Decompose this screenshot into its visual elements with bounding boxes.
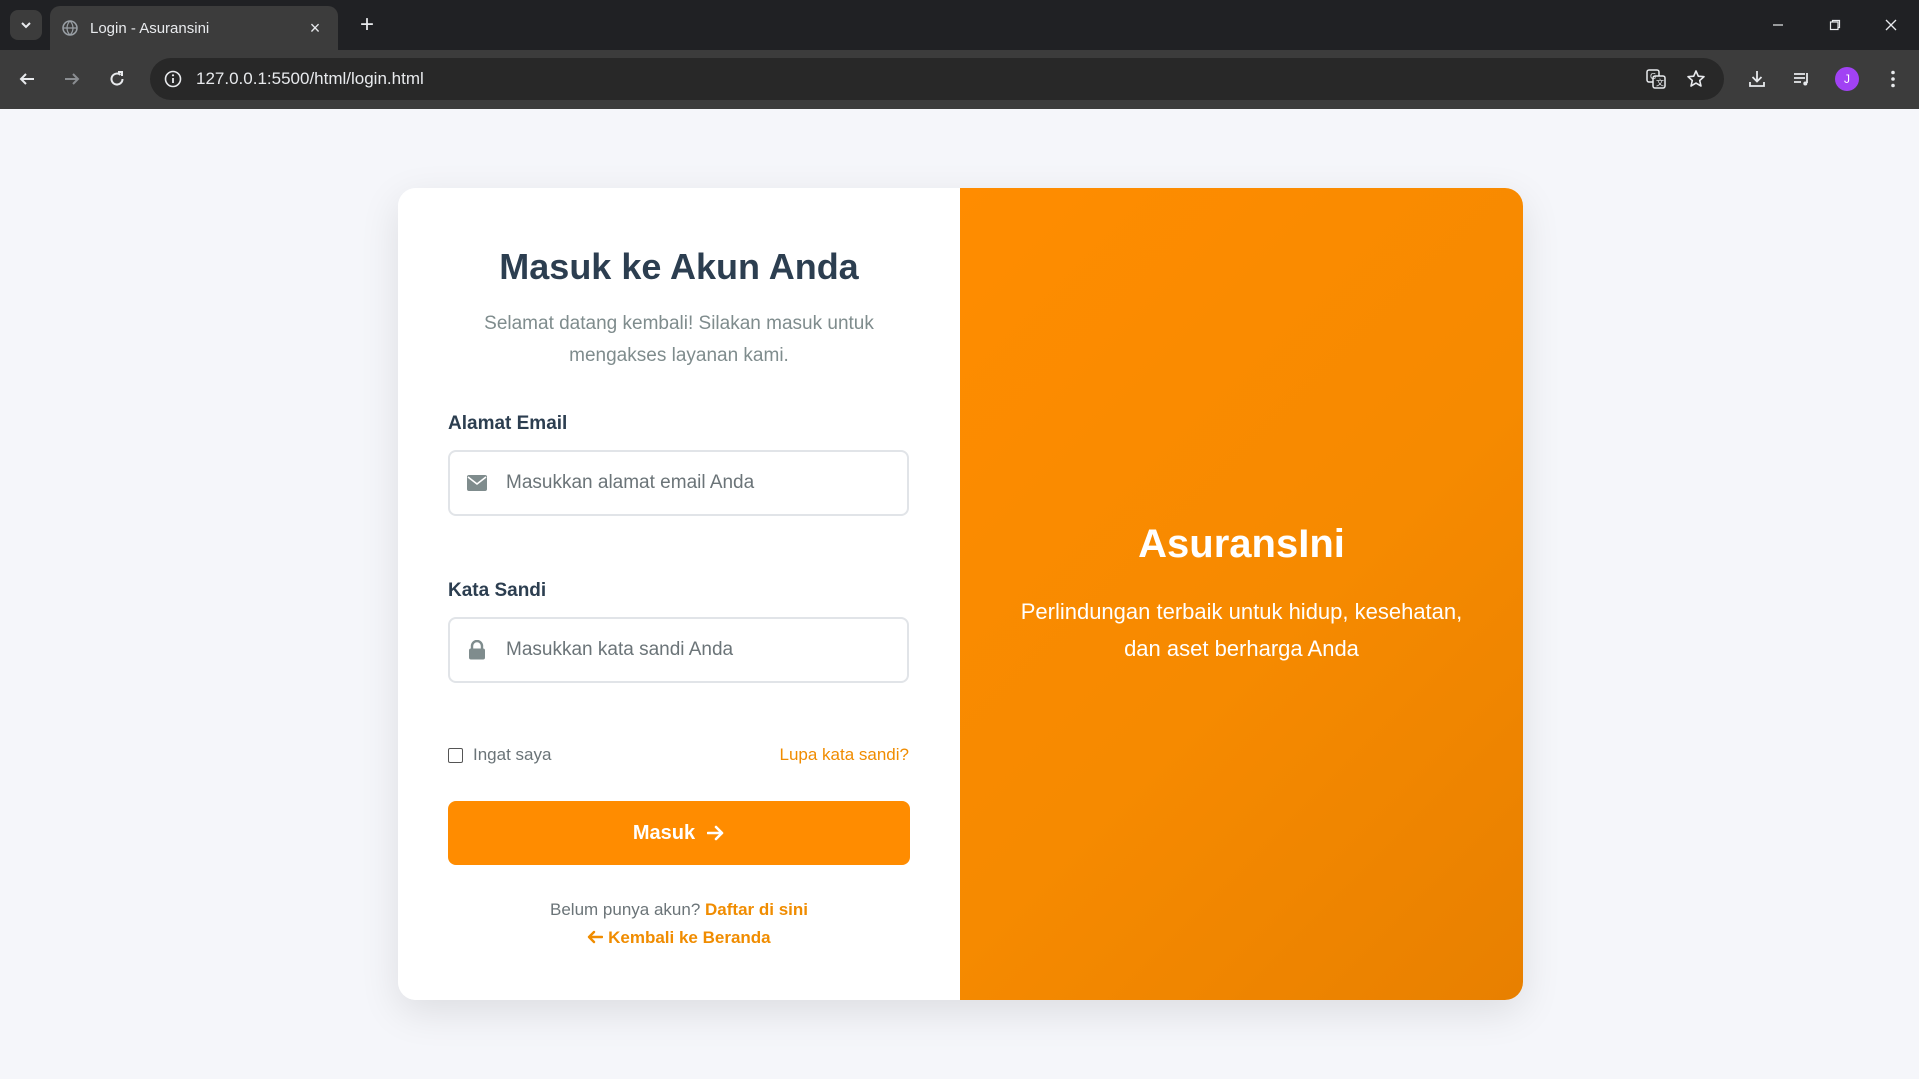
register-link[interactable]: Daftar di sini [705, 900, 808, 919]
arrow-right-icon [65, 73, 80, 85]
back-home-label: Kembali ke Beranda [608, 928, 771, 947]
globe-icon [62, 20, 78, 36]
forgot-password-link[interactable]: Lupa kata sandi? [780, 745, 910, 765]
browser-menu-button[interactable] [1876, 62, 1910, 96]
browser-tab-bar: Login - Asuransini × + [0, 0, 1919, 50]
profile-button[interactable]: J [1830, 62, 1864, 96]
close-window-button[interactable] [1862, 0, 1919, 50]
brand-name: AsuransIni [1138, 521, 1345, 566]
back-button[interactable] [10, 62, 44, 96]
page-title: Masuk ke Akun Anda [499, 246, 859, 287]
restore-button[interactable] [1806, 0, 1863, 50]
login-button-label: Masuk [632, 821, 696, 844]
no-account-text: Belum punya akun? [550, 900, 701, 919]
close-icon [1885, 19, 1896, 31]
more-vert-icon [1891, 70, 1895, 88]
tab-close-icon[interactable]: × [304, 18, 326, 39]
url-text: 127.0.0.1:5500/html/login.html [196, 69, 424, 88]
lock-icon [466, 640, 488, 660]
email-field[interactable] [448, 450, 909, 516]
login-card: Masuk ke Akun Anda Selamat datang kembal… [398, 188, 1523, 1000]
download-icon [1749, 71, 1765, 87]
email-label: Alamat Email [448, 413, 568, 434]
promo-panel: AsuransIni Perlindungan terbaik untuk hi… [960, 188, 1523, 1000]
minimize-icon [1772, 24, 1783, 26]
reload-button[interactable] [100, 62, 134, 96]
back-home-link[interactable]: Kembali ke Beranda [398, 928, 960, 948]
arrow-right-icon [707, 825, 725, 841]
media-controls-button[interactable] [1785, 62, 1819, 96]
tab-search-button[interactable] [10, 10, 42, 40]
site-info-icon[interactable] [164, 70, 182, 88]
svg-text:文: 文 [1656, 78, 1664, 88]
password-field[interactable] [448, 617, 909, 683]
address-bar[interactable]: 127.0.0.1:5500/html/login.html G文 [150, 58, 1724, 100]
forward-button[interactable] [55, 62, 89, 96]
reload-icon [110, 71, 124, 86]
new-tab-button[interactable]: + [352, 10, 382, 40]
browser-toolbar: 127.0.0.1:5500/html/login.html G文 J [0, 50, 1919, 109]
downloads-button[interactable] [1740, 62, 1774, 96]
remember-label: Ingat saya [473, 745, 552, 764]
remember-checkbox[interactable] [448, 747, 463, 763]
restore-icon [1829, 19, 1840, 31]
translate-icon[interactable]: G文 [1644, 67, 1668, 91]
register-prompt: Belum punya akun? Daftar di sini [398, 900, 960, 920]
tab-title: Login - Asuransini [90, 19, 210, 37]
password-input[interactable] [506, 639, 886, 661]
remember-me[interactable]: Ingat saya [448, 745, 551, 765]
playlist-icon [1794, 73, 1808, 86]
arrow-left-icon [588, 930, 604, 944]
brand-tagline: Perlindungan terbaik untuk hidup, keseha… [1020, 598, 1463, 661]
password-label: Kata Sandi [448, 580, 547, 601]
login-button[interactable]: Masuk [448, 801, 910, 865]
browser-tab[interactable]: Login - Asuransini × [50, 6, 338, 50]
minimize-button[interactable] [1749, 0, 1806, 50]
bookmark-star-icon[interactable] [1684, 67, 1708, 91]
email-input[interactable] [506, 472, 886, 494]
login-subtitle: Selamat datang kembali! Silakan masuk un… [484, 313, 874, 366]
login-form-panel: Masuk ke Akun Anda Selamat datang kembal… [398, 188, 960, 1000]
envelope-icon [466, 475, 488, 491]
arrow-left-icon [19, 73, 34, 85]
chevron-down-icon [21, 22, 31, 29]
avatar: J [1835, 67, 1859, 91]
